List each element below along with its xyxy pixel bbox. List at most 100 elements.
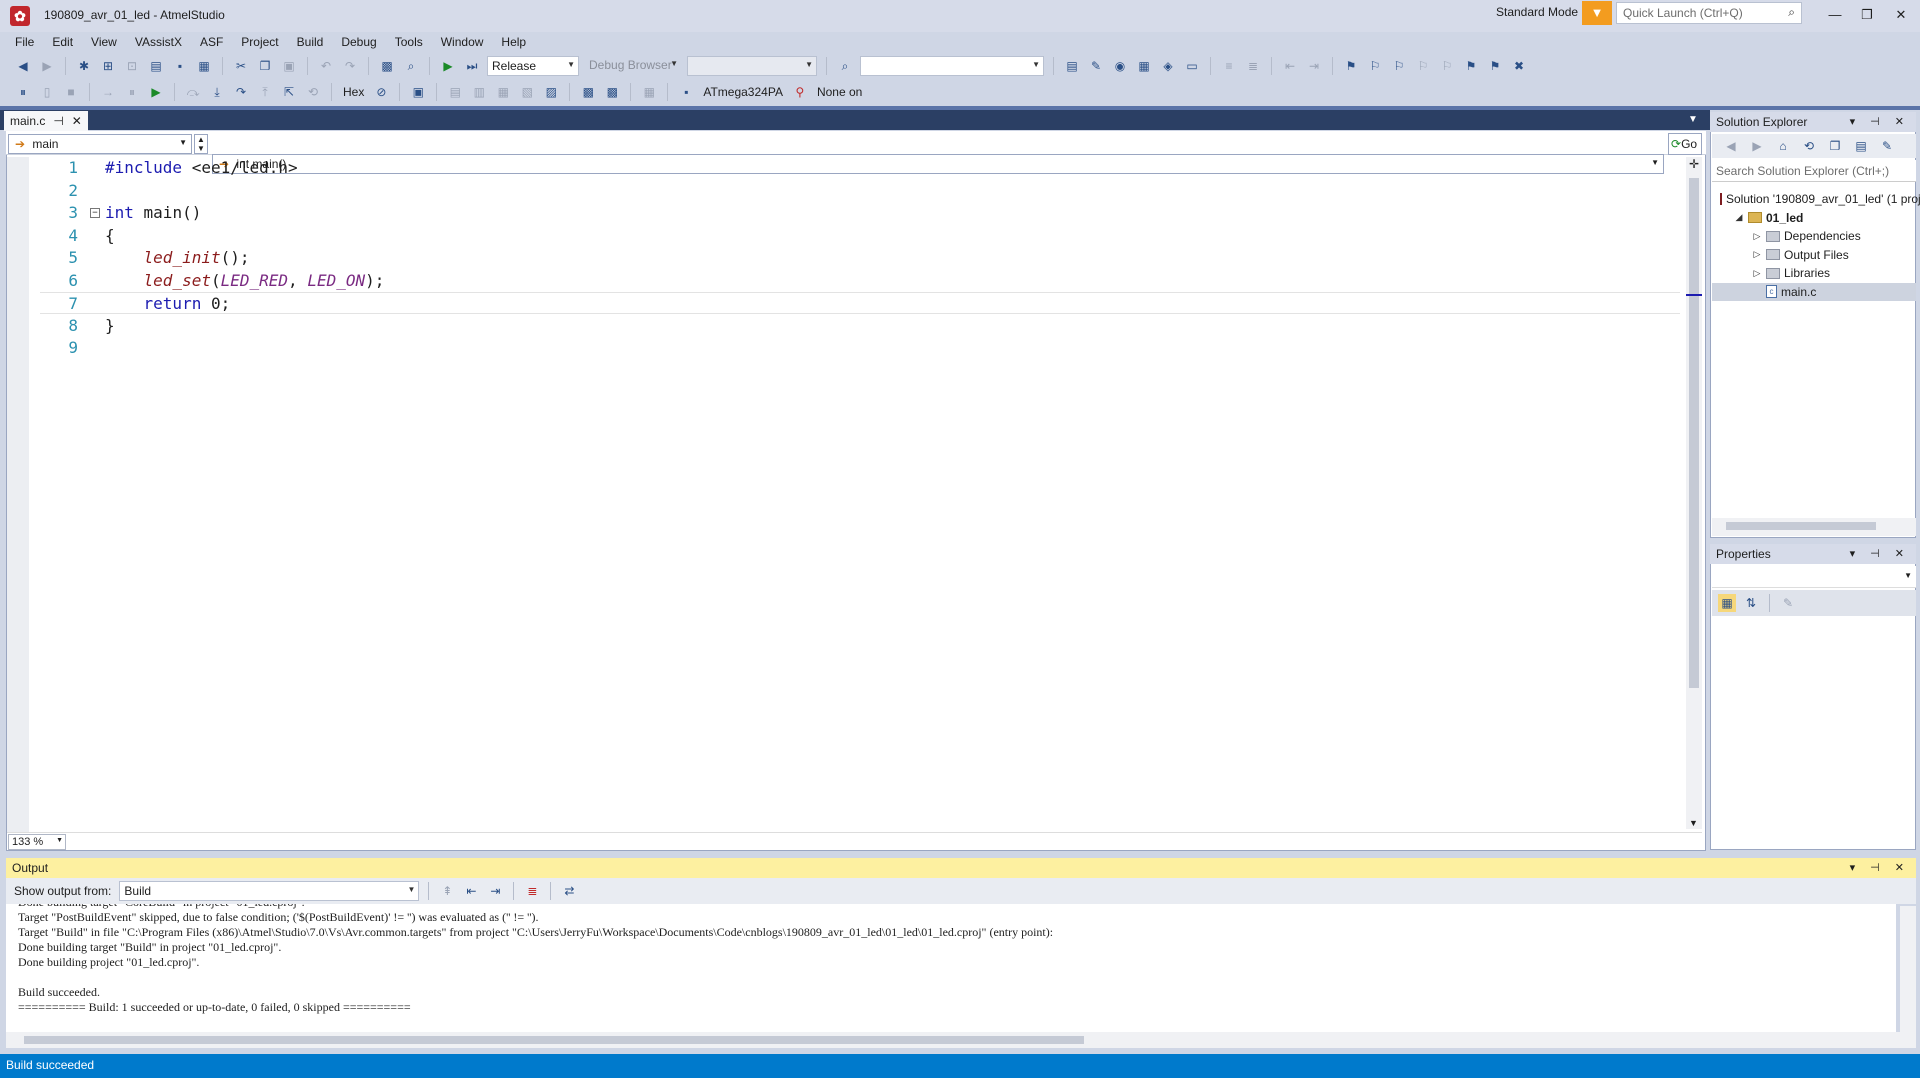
panel-controls-icon[interactable]: ▾ ⊣ ✕ xyxy=(1850,115,1910,128)
home-icon[interactable]: ⌂ xyxy=(1774,137,1792,155)
atmel-studio-logo-icon[interactable]: ✿ xyxy=(10,6,30,26)
processor-view-icon[interactable]: ▣ xyxy=(409,83,427,101)
clear-all-icon[interactable]: ≣ xyxy=(523,882,541,900)
stop-debugging-icon[interactable]: ■ xyxy=(62,83,80,101)
output-scroll-thumb[interactable] xyxy=(24,1036,1084,1044)
output-vertical-scrollbar[interactable] xyxy=(1900,906,1916,1032)
watch-icon[interactable]: ▨ xyxy=(542,83,560,101)
scope-spinner[interactable]: ▲ ▼ xyxy=(194,134,208,154)
next-bookmark-folder-icon[interactable]: ⚐ xyxy=(1438,57,1456,75)
panel-controls-icon[interactable]: ▾ ⊣ ✕ xyxy=(1850,861,1910,874)
cut-icon[interactable]: ✂ xyxy=(232,57,250,75)
find-combo[interactable]: ▼ xyxy=(860,56,1044,76)
solution-explorer-icon[interactable]: ▤ xyxy=(1063,57,1081,75)
step-over-icon[interactable]: ↷ xyxy=(232,83,250,101)
panel-controls-icon[interactable]: ▾ ⊣ ✕ xyxy=(1850,547,1910,560)
collapse-all-icon[interactable]: ❐ xyxy=(1826,137,1844,155)
window-layout-icon[interactable]: ▭ xyxy=(1183,57,1201,75)
device-selector[interactable]: ATmega324PA xyxy=(701,85,785,99)
browser-icon[interactable]: ◉ xyxy=(1111,57,1129,75)
start-debugging-icon[interactable]: ▶ xyxy=(439,57,457,75)
prev-bookmark-folder-icon[interactable]: ⚐ xyxy=(1414,57,1432,75)
code-line[interactable]: 6 led_set(LED_RED, LED_ON); xyxy=(40,270,1680,292)
menu-debug[interactable]: Debug xyxy=(332,32,385,54)
tool-icon[interactable]: ⚲ xyxy=(791,83,809,101)
disable-breakpoints-icon[interactable]: ⊘ xyxy=(372,83,390,101)
editor-horizontal-scrollbar[interactable] xyxy=(7,832,1702,850)
back-icon[interactable]: ◀ xyxy=(1722,137,1740,155)
solution-tree-item[interactable]: Solution '190809_avr_01_led' (1 project) xyxy=(1716,190,1920,208)
code-line[interactable]: 5 led_init(); xyxy=(40,247,1680,269)
close-tab-icon[interactable]: ✕ xyxy=(72,114,82,128)
quick-launch-input[interactable]: Quick Launch (Ctrl+Q) ⌕ xyxy=(1616,2,1802,24)
prev-in-doc-icon[interactable]: ⚑ xyxy=(1486,57,1504,75)
next-bookmark-icon[interactable]: ⚐ xyxy=(1390,57,1408,75)
alphabetical-icon[interactable]: ⇅ xyxy=(1742,594,1760,612)
platform-select[interactable]: ▼ xyxy=(687,56,817,76)
show-next-statement-icon[interactable]: → xyxy=(99,83,117,101)
increase-indent-icon[interactable]: ⇥ xyxy=(1305,57,1323,75)
properties-wrench-icon[interactable]: ✎ xyxy=(1087,57,1105,75)
comment-icon[interactable]: ≡ xyxy=(1220,57,1238,75)
properties-object-select[interactable]: ▼ xyxy=(1712,566,1916,588)
tab-main-c[interactable]: main.c ⊣ ✕ xyxy=(4,111,88,131)
code-area[interactable]: 1 #include <ee1/led.h> 2 3− int main() 4{5 le… xyxy=(40,157,1680,837)
menu-window[interactable]: Window xyxy=(432,32,493,54)
add-item-icon[interactable]: ⊞ xyxy=(99,57,117,75)
navigate-forward-icon[interactable]: ▶ xyxy=(38,57,56,75)
expander-icon[interactable]: ◢ xyxy=(1734,212,1744,223)
new-project-icon[interactable]: ✱ xyxy=(75,57,93,75)
find-icon[interactable]: ⌕ xyxy=(402,57,420,75)
paste-icon[interactable]: ▣ xyxy=(280,57,298,75)
continue-icon[interactable]: ▶ xyxy=(147,83,165,101)
device-programming-icon[interactable]: ▩ xyxy=(378,57,396,75)
show-all-files-icon[interactable]: ▤ xyxy=(1852,137,1870,155)
toolbox-icon[interactable]: ▦ xyxy=(1135,57,1153,75)
code-line[interactable]: 2 xyxy=(40,180,1680,202)
tab-list-chevron-icon[interactable]: ▼ xyxy=(1688,114,1698,125)
extensions-icon[interactable]: ◈ xyxy=(1159,57,1177,75)
word-wrap-icon[interactable]: ⇄ xyxy=(560,882,578,900)
minimize-button[interactable]: — xyxy=(1820,4,1850,26)
menu-help[interactable]: Help xyxy=(492,32,535,54)
maximize-button[interactable]: ❐ xyxy=(1852,4,1882,26)
next-message-icon[interactable]: ⇥ xyxy=(486,882,504,900)
prev-bookmark-icon[interactable]: ⚐ xyxy=(1366,57,1384,75)
decrease-indent-icon[interactable]: ⇤ xyxy=(1281,57,1299,75)
pin-icon[interactable]: ⊣ xyxy=(53,114,63,128)
property-pages-icon[interactable]: ✎ xyxy=(1779,594,1797,612)
grid-icon[interactable]: ▦ xyxy=(640,83,658,101)
zoom-select[interactable]: 133 % ▼ xyxy=(8,834,66,850)
categorized-icon[interactable]: ▦ xyxy=(1718,594,1736,612)
menu-tools[interactable]: Tools xyxy=(386,32,432,54)
close-button[interactable]: ✕ xyxy=(1886,4,1916,26)
memory-icon[interactable]: ▤ xyxy=(446,83,464,101)
history-icon[interactable]: ⟲ xyxy=(1800,137,1818,155)
code-line[interactable]: 8} xyxy=(40,315,1680,337)
step-out-icon[interactable]: ⤒ xyxy=(256,83,274,101)
tool-selector[interactable]: None on xyxy=(815,85,864,99)
registers-icon[interactable]: ▦ xyxy=(494,83,512,101)
bookmark-icon[interactable]: ⚑ xyxy=(1342,57,1360,75)
undo-icon[interactable]: ↶ xyxy=(317,57,335,75)
properties-icon[interactable]: ✎ xyxy=(1878,137,1896,155)
solution-scroll-thumb[interactable] xyxy=(1726,522,1876,530)
save-all-icon[interactable]: ▦ xyxy=(195,57,213,75)
step-over-dim-icon[interactable]: ⤼ xyxy=(184,83,202,101)
redo-icon[interactable]: ↷ xyxy=(341,57,359,75)
solution-tree-item[interactable]: ▷ Libraries xyxy=(1752,264,1920,282)
menu-edit[interactable]: Edit xyxy=(43,32,82,54)
code-line[interactable]: 9 xyxy=(40,337,1680,359)
run-to-cursor-icon[interactable]: ⇱ xyxy=(280,83,298,101)
chip-icon[interactable]: ▪ xyxy=(677,83,695,101)
prev-message-icon[interactable]: ⇤ xyxy=(462,882,480,900)
add-existing-icon[interactable]: ⊡ xyxy=(123,57,141,75)
find-message-icon[interactable]: ⇞ xyxy=(438,882,456,900)
scroll-down-icon[interactable]: ▼ xyxy=(1689,818,1698,828)
expander-icon[interactable]: ▷ xyxy=(1752,249,1762,260)
debug-browser-select[interactable]: Debug Browser ▼ xyxy=(585,56,681,76)
solution-search-input[interactable]: Search Solution Explorer (Ctrl+;) xyxy=(1712,160,1916,182)
expander-icon[interactable]: ▷ xyxy=(1752,268,1762,279)
break-all-icon[interactable]: ⏸ xyxy=(14,83,32,101)
solution-tree-item[interactable]: ◢ 01_led xyxy=(1734,209,1920,227)
